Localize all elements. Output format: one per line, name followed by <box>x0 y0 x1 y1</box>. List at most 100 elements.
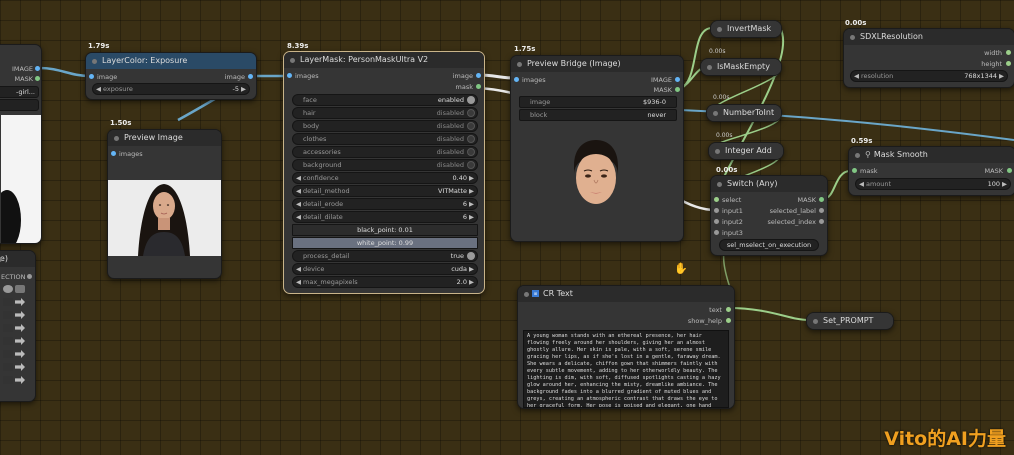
switch-input1-socket[interactable] <box>714 208 719 213</box>
left-partial-field[interactable]: -girl... <box>0 86 39 98</box>
crtext-output-showhelp-socket[interactable] <box>726 318 731 323</box>
toggle-body[interactable]: body disabled <box>292 120 478 132</box>
preview-image-input-label: images <box>119 150 143 158</box>
crtext-output-text-socket[interactable] <box>726 307 731 312</box>
bridge-image-field[interactable]: image $936-0 <box>519 96 677 108</box>
exposure-input-image-label: image <box>97 73 118 81</box>
switch-input-select-socket[interactable] <box>714 197 719 202</box>
toggle-accessories[interactable]: accessories disabled <box>292 146 478 158</box>
toggle-face[interactable]: face enabled <box>292 94 478 106</box>
node-canvas[interactable]: IMAGE MASK -girl... ee) ECTION <box>0 0 1014 455</box>
detail-method-select[interactable]: ◀ detail_method VITMatte ▶ <box>292 185 478 197</box>
device-select[interactable]: ◀ device cuda ▶ <box>292 263 478 275</box>
black-point-slider[interactable]: black_point: 0.01 <box>292 224 478 236</box>
sdxl-title: SDXLResolution <box>844 29 1014 45</box>
detail-dilate-slider[interactable]: ◀ detail_dilate 6 ▶ <box>292 211 478 223</box>
sdxl-resolution-select[interactable]: ◀ resolution 768x1344 ▶ <box>850 70 1008 82</box>
cr-text-node[interactable]: ⊞ CR Text text show_help A young woman st… <box>517 285 735 409</box>
switch-input3-label: input3 <box>722 229 743 237</box>
left-partial-control-2[interactable] <box>0 298 25 308</box>
left-partial-control-1[interactable] <box>0 285 25 295</box>
sdxl-exec-time: 0.00s <box>845 19 867 27</box>
masksmooth-output-mask-label: MASK <box>984 167 1003 175</box>
sdxl-output-height-socket[interactable] <box>1006 61 1011 66</box>
exposure-output-image-label: image <box>224 73 245 81</box>
mask-smooth-node[interactable]: ⚲ Mask Smooth mask MASK ◀ amount 100 ▶ <box>848 146 1014 196</box>
crtext-prompt-textarea[interactable]: A young woman stands with an ethereal pr… <box>523 330 729 408</box>
exposure-decrement-icon[interactable]: ◀ <box>96 84 101 94</box>
sdxl-output-width-socket[interactable] <box>1006 50 1011 55</box>
detail-erode-slider[interactable]: ◀ detail_erode 6 ▶ <box>292 198 478 210</box>
ismaskempty-node[interactable]: IsMaskEmpty <box>700 58 782 76</box>
bridge-input-images-socket[interactable] <box>514 77 519 82</box>
process-detail-toggle[interactable]: process_detail true <box>292 250 478 262</box>
invertmask-node[interactable]: InvertMask <box>710 20 782 38</box>
preview-image-node[interactable]: Preview Image images <box>107 129 222 279</box>
switch-output-mask-socket[interactable] <box>819 197 824 202</box>
exposure-increment-icon[interactable]: ▶ <box>241 84 246 94</box>
switch-select-button[interactable]: sel_mselect_on_execution <box>719 239 819 251</box>
bridge-output-mask-socket[interactable] <box>675 87 680 92</box>
left-partial-field-2[interactable] <box>0 99 39 111</box>
switch-output-label-label: selected_label <box>769 207 816 215</box>
bridge-output-image-socket[interactable] <box>675 77 680 82</box>
left-partial-node[interactable]: IMAGE MASK -girl... <box>0 44 42 244</box>
masksmooth-title: ⚲ Mask Smooth <box>849 147 1014 163</box>
switch-input2-socket[interactable] <box>714 219 719 224</box>
exposure-title: LayerColor: Exposure <box>86 53 256 69</box>
exposure-input-image-socket[interactable] <box>89 74 94 79</box>
crtext-title: ⊞ CR Text <box>518 286 734 302</box>
personmask-output-mask-socket[interactable] <box>476 84 481 89</box>
exposure-output-image-socket[interactable] <box>248 74 253 79</box>
personmask-output-image-socket[interactable] <box>476 73 481 78</box>
confidence-slider[interactable]: ◀ confidence 0.40 ▶ <box>292 172 478 184</box>
switch-output-index-socket[interactable] <box>819 219 824 224</box>
personmask-output-mask-label: mask <box>455 83 473 91</box>
wire-text-to-prompt <box>727 307 809 321</box>
toggle-clothes[interactable]: clothes disabled <box>292 133 478 145</box>
bridge-block-field[interactable]: block never <box>519 109 677 121</box>
left-output-image-socket[interactable] <box>35 66 40 71</box>
exposure-slider[interactable]: ◀ exposure -5 ▶ <box>92 83 250 95</box>
left-partial-control-5[interactable] <box>0 337 25 347</box>
masksmooth-exec-time: 0.59s <box>851 137 873 145</box>
personmask-input-images-label: images <box>295 72 319 80</box>
switch-input2-label: input2 <box>722 218 743 226</box>
max-megapixels-slider[interactable]: ◀ max_megapixels 2.0 ▶ <box>292 276 478 288</box>
personmask-node[interactable]: LayerMask: PersonMaskUltra V2 images ima… <box>283 51 485 294</box>
switch-input3-socket[interactable] <box>714 230 719 235</box>
left-partial-control-4[interactable] <box>0 324 25 334</box>
switch-node[interactable]: Switch (Any) select input1 input2 input3… <box>710 175 828 256</box>
masksmooth-input-mask-socket[interactable] <box>852 168 857 173</box>
switch-output-label-socket[interactable] <box>819 208 824 213</box>
personmask-exec-time: 8.39s <box>287 42 309 50</box>
toggle-background[interactable]: background disabled <box>292 159 478 171</box>
set-prompt-node[interactable]: Set_PROMPT <box>806 312 894 330</box>
white-point-slider[interactable]: white_point: 0.99 <box>292 237 478 249</box>
left-partial-control-8[interactable] <box>0 376 25 386</box>
exposure-node[interactable]: LayerColor: Exposure image image ◀ expos… <box>85 52 257 100</box>
personmask-input-images-socket[interactable] <box>287 73 292 78</box>
left-partial-node-lower[interactable]: ee) ECTION <box>0 250 36 402</box>
toggle-hair[interactable]: hair disabled <box>292 107 478 119</box>
personmask-title: LayerMask: PersonMaskUltra V2 <box>284 52 484 68</box>
left-partial-control-3[interactable] <box>0 311 25 321</box>
numbertoint-node[interactable]: NumberToInt <box>706 104 782 122</box>
invertmask-title: InvertMask <box>711 21 781 37</box>
ismaskempty-exec-time: 0.00s <box>709 48 726 55</box>
sdxl-resolution-node[interactable]: SDXLResolution width height ◀ resolution 7… <box>843 28 1014 88</box>
bridge-output-image-label: IMAGE <box>650 76 672 84</box>
crtext-output-showhelp-label: show_help <box>687 317 722 325</box>
masksmooth-output-mask-socket[interactable] <box>1007 168 1012 173</box>
left-partial-control-6[interactable] <box>0 350 25 360</box>
integeradd-exec-time: 0.00s <box>716 132 733 139</box>
left-partial-lower-socket[interactable] <box>27 274 32 279</box>
crtext-badge-icon: ⊞ <box>532 290 539 297</box>
switch-input1-label: input1 <box>722 207 743 215</box>
left-partial-control-7[interactable] <box>0 363 25 373</box>
preview-bridge-node[interactable]: Preview Bridge (Image) images IMAGE MASK… <box>510 55 684 242</box>
masksmooth-amount-slider[interactable]: ◀ amount 100 ▶ <box>855 178 1011 190</box>
preview-image-input-socket[interactable] <box>111 151 116 156</box>
integeradd-node[interactable]: Integer Add <box>708 142 784 160</box>
left-output-mask-socket[interactable] <box>35 76 40 81</box>
